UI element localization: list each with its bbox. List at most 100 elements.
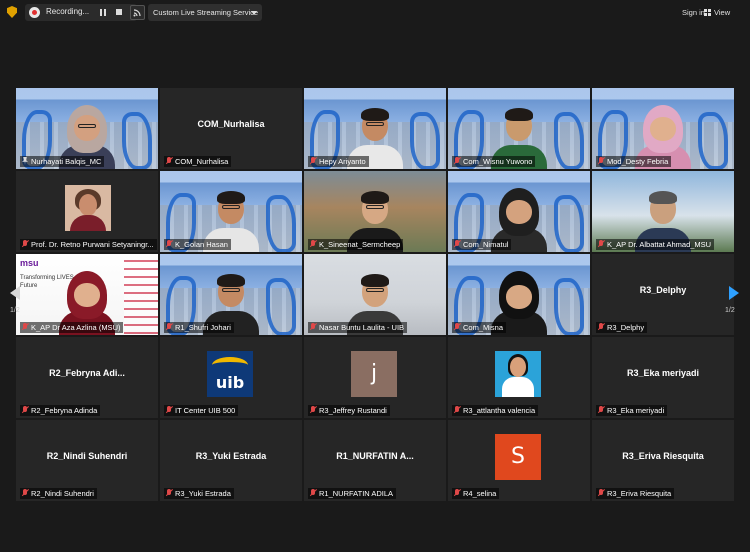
mic-muted-icon	[598, 323, 604, 331]
participant-name: R3_Delphy	[596, 322, 648, 333]
participant-name: R2_Febryna Adinda	[20, 405, 101, 416]
video-tile[interactable]: R3_Eriva Riesquita R3_Eriva Riesquita	[592, 420, 734, 501]
participant-name: R3_Yuki Estrada	[164, 488, 234, 499]
participant-name: K_Golan Hasan	[164, 239, 231, 250]
next-page-arrow-icon[interactable]	[729, 286, 739, 300]
video-tile[interactable]: R3_attlantha valencia	[448, 337, 590, 418]
page-indicator-right: 1/2	[725, 307, 735, 314]
mic-muted-icon	[454, 323, 460, 331]
streaming-service-label: Custom Live Streaming Service	[153, 8, 259, 17]
participant-center-name: COM_Nurhalisa	[197, 119, 265, 129]
participant-name: K_AP Dr. Albattat Ahmad_MSU	[596, 239, 715, 250]
participant-center-name: R3_Delphy	[639, 285, 687, 295]
chevron-down-icon	[251, 11, 257, 15]
sign-in-link[interactable]: Sign in	[682, 8, 705, 17]
participant-name: K_Sineenat_Sermcheep	[308, 239, 404, 250]
mic-muted-icon	[22, 323, 28, 331]
mic-muted-icon	[598, 406, 604, 414]
video-tile[interactable]: S R4_selina	[448, 420, 590, 501]
mic-muted-icon	[22, 489, 28, 497]
pin-icon	[22, 157, 28, 165]
participant-name: R3_Eka meriyadi	[596, 405, 668, 416]
video-tile[interactable]: Nasar Buntu Laulita - UIB	[304, 254, 446, 335]
video-tile[interactable]: j R3_Jeffrey Rustandi	[304, 337, 446, 418]
participant-name: R1_Shufri Johari	[164, 322, 234, 333]
video-tile[interactable]: R1_NURFATIN A... R1_NURFATIN ADILA	[304, 420, 446, 501]
video-tile[interactable]: K_Golan Hasan	[160, 171, 302, 252]
participant-name: R3_attlantha valencia	[452, 405, 539, 416]
video-tile[interactable]: Com_Misna	[448, 254, 590, 335]
participant-name: COM_Nurhalisa	[164, 156, 232, 167]
participant-name: Nurhayati Balqis_MC	[20, 156, 105, 167]
grid-view-icon	[704, 9, 711, 16]
mic-muted-icon	[166, 240, 172, 248]
video-tile[interactable]: msu Transforming LIVES. Future K_AP Dr Az…	[16, 254, 158, 335]
participant-name: IT Center UIB 500	[164, 405, 239, 416]
streaming-service-dropdown[interactable]: Custom Live Streaming Service	[148, 4, 262, 21]
mic-muted-icon	[310, 323, 316, 331]
video-tile[interactable]: R1_Shufri Johari	[160, 254, 302, 335]
video-tile[interactable]: K_AP Dr. Albattat Ahmad_MSU	[592, 171, 734, 252]
mic-muted-icon	[310, 240, 316, 248]
mic-muted-icon	[310, 406, 316, 414]
mic-muted-icon	[454, 406, 460, 414]
participant-name: R1_NURFATIN ADILA	[308, 488, 397, 499]
video-tile[interactable]: Hepy Ariyanto	[304, 88, 446, 169]
record-icon	[29, 7, 40, 18]
mic-muted-icon	[166, 157, 172, 165]
shield-icon[interactable]	[7, 6, 17, 18]
live-stream-icon[interactable]	[130, 5, 145, 20]
participant-name: R3_Eriva Riesquita	[596, 488, 675, 499]
mic-muted-icon	[166, 489, 172, 497]
video-tile[interactable]: uib IT Center UIB 500	[160, 337, 302, 418]
mic-muted-icon	[454, 240, 460, 248]
participant-name: K_AP Dr Aza Azlina (MSU)	[20, 322, 124, 333]
mic-muted-icon	[166, 323, 172, 331]
mic-muted-icon	[22, 406, 28, 414]
participant-name: R2_Nindi Suhendri	[20, 488, 97, 499]
mic-muted-icon	[598, 157, 604, 165]
recording-label: Recording...	[46, 7, 90, 16]
previous-page-arrow-icon[interactable]	[10, 286, 20, 300]
mic-muted-icon	[598, 240, 604, 248]
participant-center-name: R3_Yuki Estrada	[195, 451, 267, 461]
video-tile[interactable]: R3_Eka meriyadi R3_Eka meriyadi	[592, 337, 734, 418]
mic-muted-icon	[310, 489, 316, 497]
participant-name: Hepy Ariyanto	[308, 156, 369, 167]
participant-name: R4_selina	[452, 488, 500, 499]
view-button[interactable]: View	[704, 8, 731, 17]
video-tile[interactable]: COM_Nurhalisa COM_Nurhalisa	[160, 88, 302, 169]
stop-recording-button[interactable]	[116, 9, 122, 15]
participant-center-name: R1_NURFATIN A...	[336, 451, 414, 461]
video-tile[interactable]: R2_Febryna Adi... R2_Febryna Adinda	[16, 337, 158, 418]
participant-name: Com_Misna	[452, 322, 507, 333]
video-tile[interactable]: Com_Nimatul	[448, 171, 590, 252]
video-tile[interactable]: Mod_Desty Febria	[592, 88, 734, 169]
participant-name: Mod_Desty Febria	[596, 156, 672, 167]
video-tile[interactable]: R2_Nindi Suhendri R2_Nindi Suhendri	[16, 420, 158, 501]
participant-center-name: R3_Eka meriyadi	[626, 368, 700, 378]
participant-name: R3_Jeffrey Rustandi	[308, 405, 390, 416]
participant-name: Com_Nimatul	[452, 239, 512, 250]
video-tile[interactable]: Com_Wisnu Yuwono	[448, 88, 590, 169]
avatar: j	[351, 351, 397, 397]
participant-center-name: R2_Febryna Adi...	[49, 368, 125, 378]
video-tile[interactable]: Nurhayati Balqis_MC	[16, 88, 158, 169]
pause-recording-button[interactable]	[100, 9, 106, 16]
mic-muted-icon	[310, 157, 316, 165]
participant-name: Prof. Dr. Retno Purwani Setyaningr...	[20, 239, 157, 250]
avatar: S	[495, 434, 541, 480]
top-toolbar: Recording... Custom Live Streaming Servi…	[0, 0, 750, 26]
uib-logo: uib	[207, 351, 253, 397]
recording-control[interactable]: Recording...	[25, 4, 137, 21]
video-tile[interactable]: K_Sineenat_Sermcheep	[304, 171, 446, 252]
video-tile[interactable]: R3_Delphy R3_Delphy	[592, 254, 734, 335]
participant-photo	[495, 351, 541, 397]
view-label: View	[714, 8, 731, 17]
video-tile[interactable]: Prof. Dr. Retno Purwani Setyaningr...	[16, 171, 158, 252]
msu-logo: msu	[20, 258, 39, 268]
participant-name: Nasar Buntu Laulita - UIB	[308, 322, 408, 333]
mic-muted-icon	[598, 489, 604, 497]
video-tile[interactable]: R3_Yuki Estrada R3_Yuki Estrada	[160, 420, 302, 501]
mic-muted-icon	[22, 240, 28, 248]
